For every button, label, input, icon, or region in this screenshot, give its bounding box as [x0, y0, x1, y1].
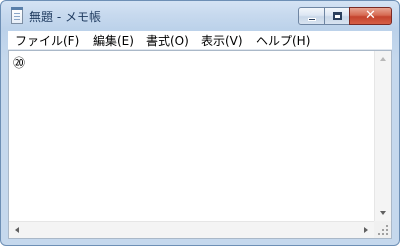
- minimize-button[interactable]: [298, 7, 325, 25]
- menu-help[interactable]: ヘルプ(H): [254, 32, 312, 49]
- minimize-icon: [308, 18, 316, 21]
- menu-edit[interactable]: 編集(E): [91, 32, 136, 49]
- scroll-left-icon[interactable]: [15, 227, 19, 233]
- notepad-icon[interactable]: [11, 7, 23, 24]
- maximize-icon: [333, 12, 342, 20]
- menu-format[interactable]: 書式(O): [144, 32, 191, 49]
- menu-bar: ファイル(F) 編集(E) 書式(O) 表示(V) ヘルプ(H): [8, 31, 392, 50]
- scroll-down-icon[interactable]: [380, 211, 386, 215]
- notepad-window: 無題 - メモ帳 ✕ ファイル(F) 編集(E) 書式(O) 表示(V) ヘルプ…: [0, 0, 400, 246]
- scroll-up-icon[interactable]: [380, 57, 386, 61]
- resize-grip-icon[interactable]: [374, 221, 391, 238]
- close-button[interactable]: ✕: [349, 7, 392, 25]
- menu-view[interactable]: 表示(V): [199, 32, 245, 49]
- window-title: 無題 - メモ帳: [29, 10, 101, 24]
- vertical-scrollbar[interactable]: [374, 51, 391, 221]
- maximize-button[interactable]: [324, 7, 350, 25]
- text-editor: ⑳: [8, 50, 392, 239]
- grip-dot: [382, 233, 384, 235]
- horizontal-scrollbar[interactable]: [9, 221, 374, 238]
- menu-file[interactable]: ファイル(F): [13, 32, 81, 49]
- close-icon: ✕: [365, 8, 376, 23]
- grip-dot: [386, 229, 388, 231]
- text-area[interactable]: ⑳: [10, 52, 374, 222]
- grip-dot: [378, 233, 380, 235]
- scroll-right-icon[interactable]: [364, 227, 368, 233]
- grip-dot: [386, 225, 388, 227]
- title-bar[interactable]: 無題 - メモ帳 ✕: [1, 1, 399, 31]
- grip-dot: [382, 229, 384, 231]
- grip-dot: [386, 233, 388, 235]
